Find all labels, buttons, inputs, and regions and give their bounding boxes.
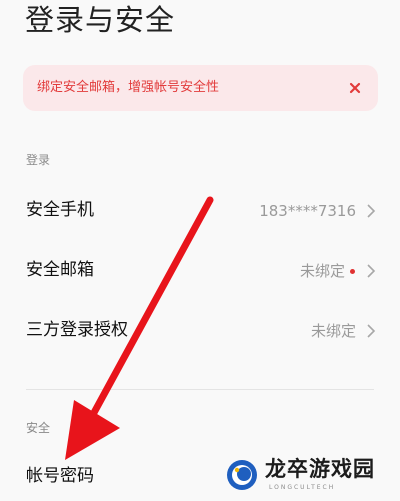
row-security-email[interactable]: 安全邮箱 未绑定 (0, 245, 400, 295)
row-security-phone[interactable]: 安全手机 183****7316 (0, 185, 400, 235)
page-title: 登录与安全 (25, 3, 176, 37)
row-label: 安全邮箱 (26, 260, 94, 280)
banner-text: 绑定安全邮箱，增强帐号安全性 (37, 80, 220, 95)
watermark: 龙卒游戏园 LONGCULTECH (225, 455, 395, 497)
email-status-value: 未绑定 (299, 262, 345, 280)
watermark-sub: LONGCULTECH (269, 484, 336, 491)
watermark-brand: 龙卒游戏园 (265, 457, 375, 481)
phone-number-value: 183****7316 (259, 202, 356, 220)
row-label: 帐号密码 (26, 466, 94, 486)
row-third-party-auth[interactable]: 三方登录授权 未绑定 (0, 305, 400, 355)
third-party-status-value: 未绑定 (310, 322, 356, 340)
section-label-login: 登录 (26, 153, 51, 167)
section-divider (26, 389, 374, 390)
email-binding-banner[interactable]: 绑定安全邮箱，增强帐号安全性 (23, 65, 378, 111)
row-label: 三方登录授权 (26, 320, 128, 340)
unread-dot-icon (350, 269, 355, 274)
chevron-right-icon (367, 204, 376, 218)
row-label: 安全手机 (26, 200, 94, 220)
brand-logo-icon (227, 460, 257, 490)
chevron-right-icon (367, 264, 376, 278)
chevron-right-icon (367, 324, 376, 338)
close-icon[interactable] (346, 79, 364, 97)
section-label-security: 安全 (26, 421, 51, 435)
